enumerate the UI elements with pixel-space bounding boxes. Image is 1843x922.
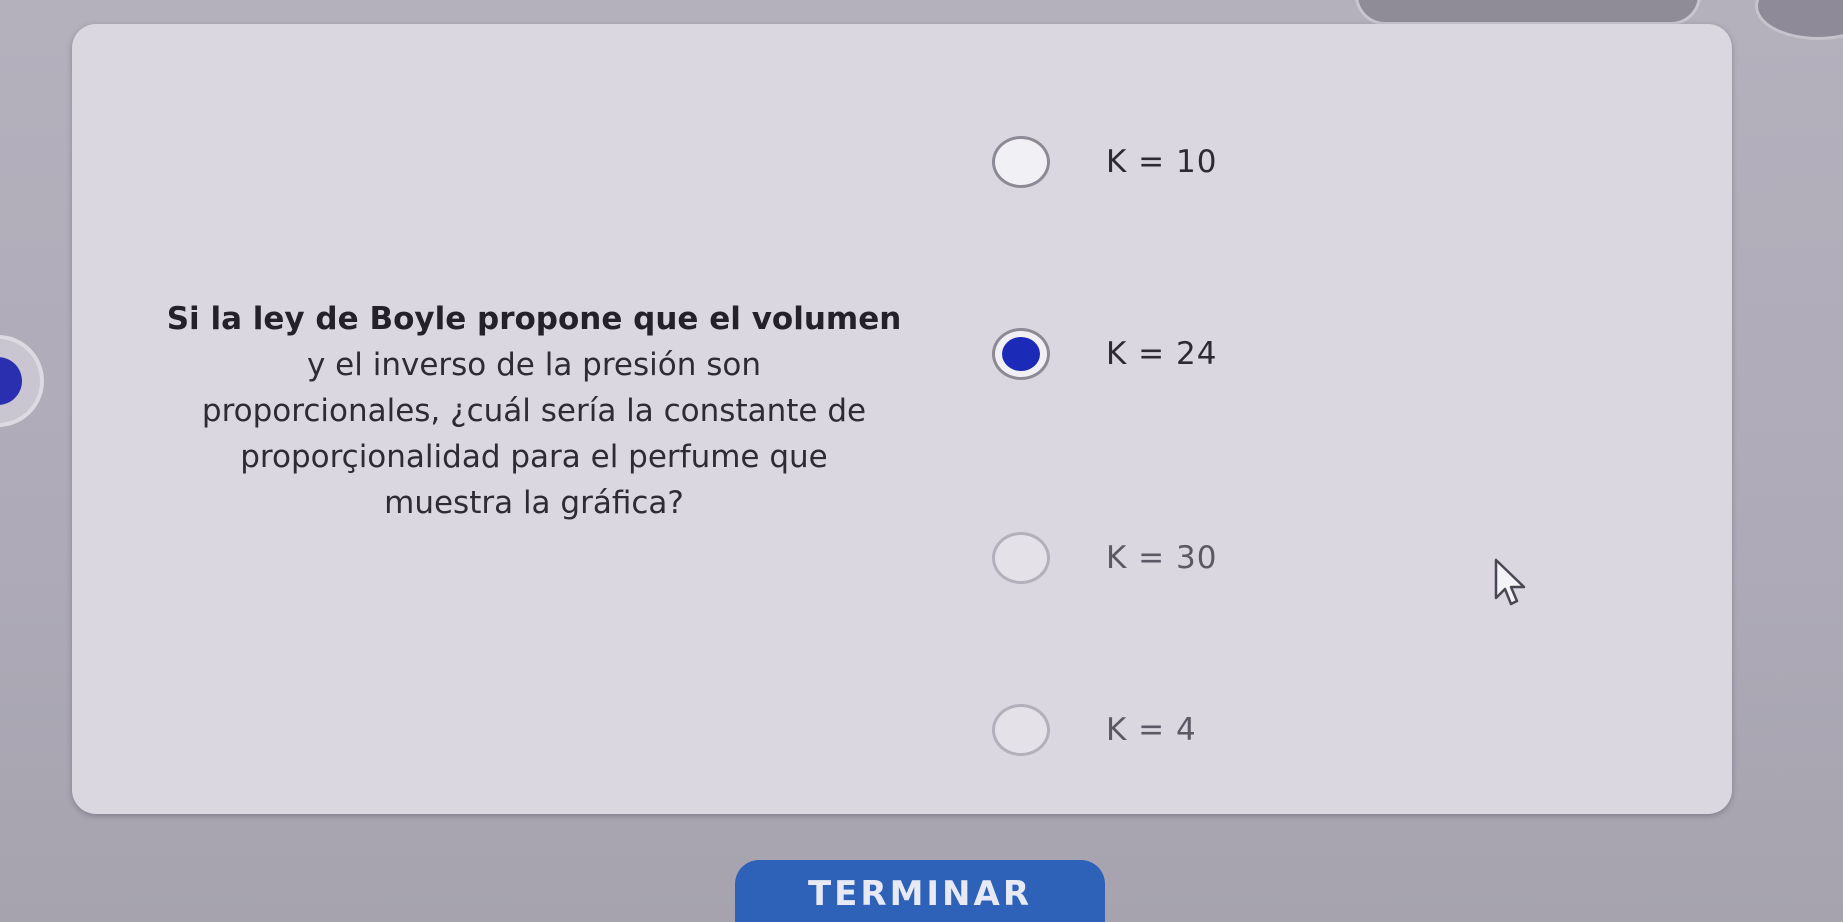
answer-option-2[interactable]: K = 24	[992, 328, 1217, 380]
answer-option-label: K = 10	[1106, 144, 1218, 180]
side-nav-button[interactable]	[0, 335, 44, 427]
answer-option-1[interactable]: K = 10	[992, 136, 1217, 188]
answer-option-label: K = 30	[1106, 540, 1218, 576]
question-card: Si la ley de Boyle propone que el volume…	[72, 24, 1732, 814]
top-right-button[interactable]	[1755, 0, 1843, 40]
question-text: Si la ley de Boyle propone que el volume…	[124, 296, 944, 526]
answer-option-4[interactable]: K = 4	[992, 704, 1197, 756]
radio-button-icon[interactable]	[992, 532, 1050, 584]
screen: Si la ley de Boyle propone que el volume…	[0, 0, 1843, 922]
question-line-3: proporcionales, ¿cuál sería la constante…	[201, 393, 867, 429]
question-line-1: Si la ley de Boyle propone que el volume…	[166, 301, 902, 337]
radio-selected-dot	[1002, 337, 1040, 371]
top-tab[interactable]	[1355, 0, 1701, 25]
answer-option-3[interactable]: K = 30	[992, 532, 1217, 584]
question-line-4: proporçionalidad para el perfume que	[240, 439, 828, 475]
radio-button-icon[interactable]	[992, 328, 1050, 380]
question-line-2: y el inverso de la presión son	[306, 347, 761, 383]
mouse-pointer-icon	[1494, 558, 1526, 606]
question-line-5: muestra la gráfica?	[384, 485, 684, 521]
answer-option-label: K = 4	[1106, 712, 1197, 748]
terminar-button[interactable]: TERMINAR	[735, 860, 1105, 922]
radio-button-icon[interactable]	[992, 136, 1050, 188]
answer-option-label: K = 24	[1106, 336, 1218, 372]
radio-button-icon[interactable]	[992, 704, 1050, 756]
side-nav-button-dot	[0, 357, 22, 405]
